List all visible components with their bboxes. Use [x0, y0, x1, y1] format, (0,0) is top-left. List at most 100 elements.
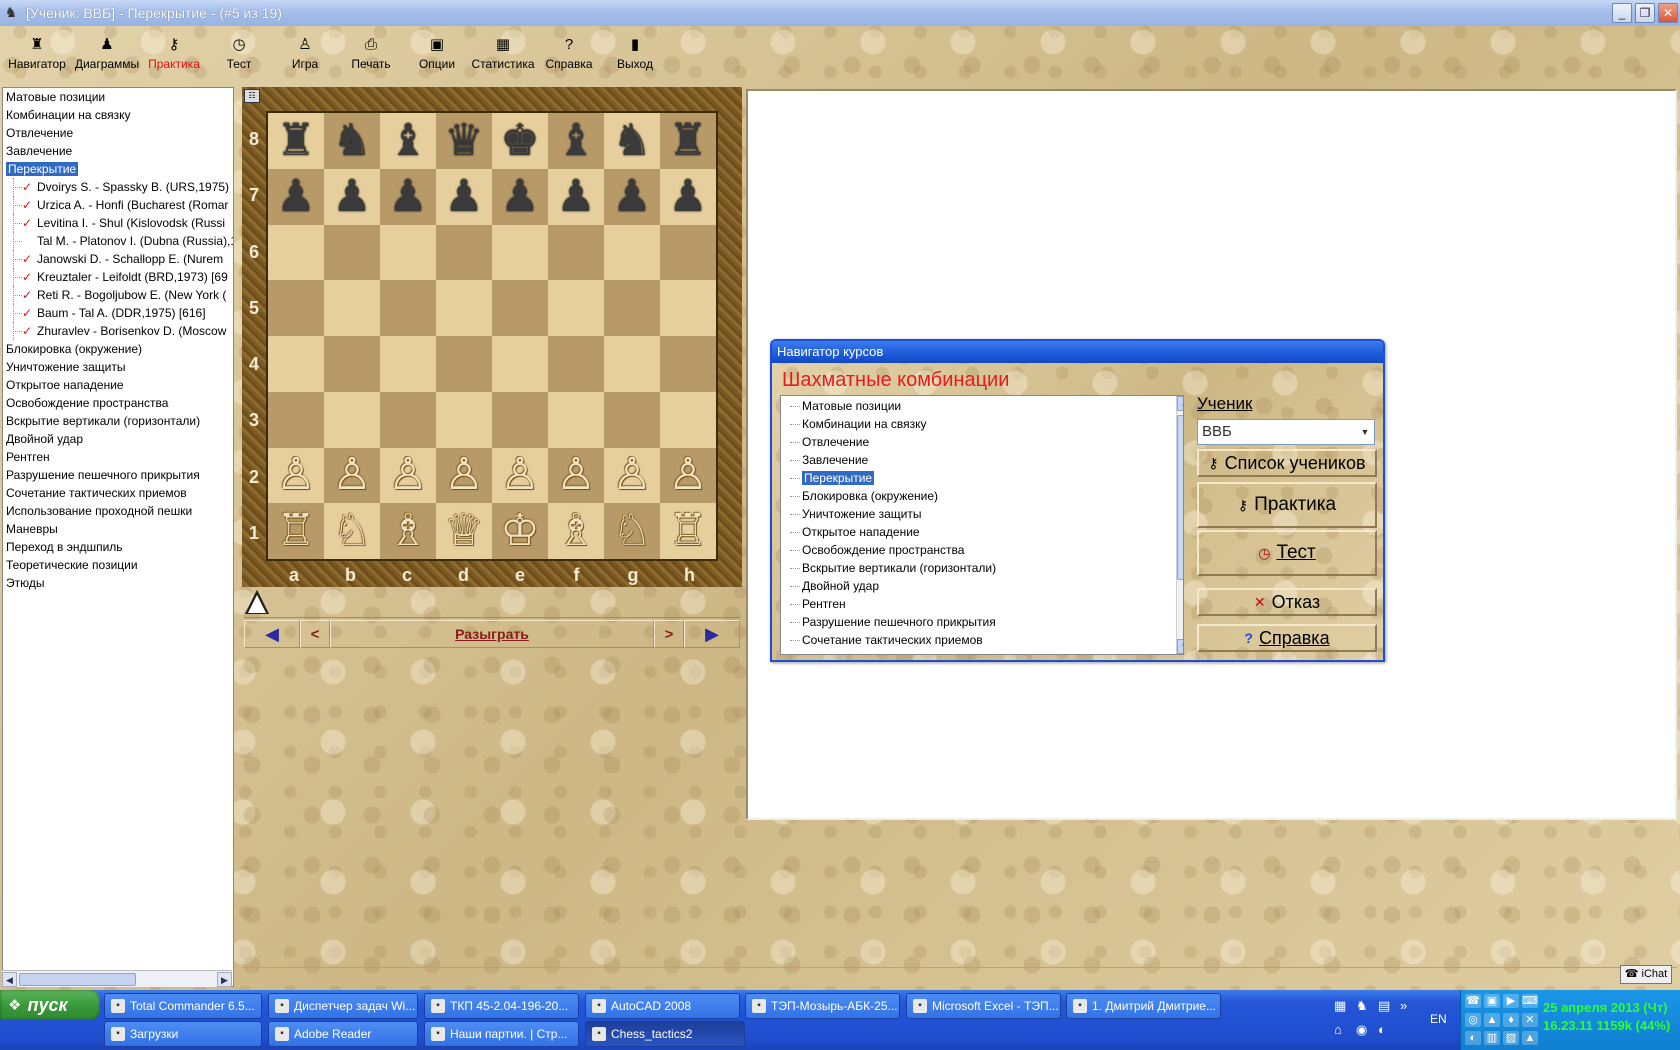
course-topic-item[interactable]: Открытое нападение	[781, 523, 1183, 541]
board-square-a8[interactable]: ♜	[268, 113, 324, 169]
chess-piece[interactable]: ♞	[612, 118, 651, 163]
board-square-c4[interactable]	[380, 336, 436, 392]
board-square-f6[interactable]	[548, 224, 604, 281]
tray-icon[interactable]: ▲	[1522, 1031, 1538, 1046]
chess-piece[interactable]: ♛	[444, 118, 483, 163]
tree-topic[interactable]: Этюды	[3, 574, 233, 592]
test-button[interactable]: ◷ Тест	[1197, 530, 1377, 576]
board-square-b2[interactable]: ♙	[324, 447, 380, 504]
board-square-c2[interactable]: ♙	[380, 447, 436, 504]
toolbar-button-1[interactable]: ♟ Диаграммы	[70, 26, 144, 84]
course-topic-item[interactable]: Матовые позиции	[781, 397, 1183, 415]
tree-topic[interactable]: Уничтожение защиты	[3, 358, 233, 376]
tray-icon[interactable]: ✕	[1522, 1012, 1538, 1027]
restore-button[interactable]: ❐	[1635, 3, 1655, 23]
tree-topic[interactable]: Открытое нападение	[3, 376, 233, 394]
chess-piece[interactable]: ♔	[500, 509, 539, 553]
previous-move-button[interactable]: <	[300, 620, 330, 648]
board-square-a7[interactable]: ♟	[268, 168, 324, 225]
board-square-c8[interactable]: ♝	[380, 113, 436, 169]
chess-piece[interactable]: ♗	[388, 509, 427, 553]
board-square-d7[interactable]: ♟	[436, 168, 492, 225]
student-list-button[interactable]: ⚷ Список учеников	[1197, 449, 1377, 477]
board-square-c3[interactable]	[380, 391, 436, 448]
tree-topic[interactable]: Маневры	[3, 520, 233, 538]
tree-topic[interactable]: Использование проходной пешки	[3, 502, 233, 520]
board-square-f3[interactable]	[548, 391, 604, 448]
board-square-d1[interactable]: ♕	[436, 503, 492, 559]
toolbar-button-3[interactable]: ◷ Тест	[204, 26, 274, 84]
course-topic-item[interactable]: Освобождение пространства	[781, 541, 1183, 559]
board-square-h6[interactable]	[660, 224, 716, 281]
toolbar-button-0[interactable]: ♜ Навигатор	[4, 26, 70, 84]
quick-launch-icon[interactable]: ◐	[1378, 1022, 1386, 1037]
topic-list-scrollbar[interactable]: ▲ ▼	[1176, 396, 1183, 654]
chess-board[interactable]: ♜ ♞ ♝ ♛ ♚ ♝ ♞ ♜ ♟ ♟ ♟ ♟ ♟ ♟ ♟ ♟ ♙ ♙ ♙ ♙ ♙ ♙ ♙ ♙ ♖ ♘ ♗ ♕ ♔ ♗ ♘ ♖	[266, 111, 718, 561]
chess-piece[interactable]: ♝	[388, 118, 427, 163]
chess-piece[interactable]: ♟	[388, 174, 427, 219]
course-topic-item[interactable]: Перекрытие	[781, 469, 1183, 487]
tree-topic[interactable]: Завлечение	[3, 142, 233, 160]
tree-game-item[interactable]: ✓ Reti R. - Bogoljubow E. (New York (	[3, 286, 233, 304]
chess-piece[interactable]: ♙	[668, 453, 707, 497]
quick-launch-icon[interactable]: »	[1400, 998, 1407, 1013]
toolbar-button-4[interactable]: ♙ Игра	[274, 26, 336, 84]
tree-topic-selected[interactable]: Перекрытие	[3, 160, 233, 178]
board-square-g6[interactable]	[604, 224, 660, 281]
board-square-g2[interactable]: ♙	[604, 447, 660, 504]
tree-game-item[interactable]: Tal M. - Platonov I. (Dubna (Russia),19	[3, 232, 233, 250]
board-square-b3[interactable]	[324, 391, 380, 448]
ichat-button[interactable]: ☎ iChat	[1620, 965, 1672, 984]
board-settings-icon[interactable]: ☷	[244, 89, 260, 103]
scroll-left-icon[interactable]: ◀	[2, 971, 17, 987]
course-topic-item[interactable]: Уничтожение защиты	[781, 505, 1183, 523]
next-move-button[interactable]: >	[654, 620, 684, 648]
start-button[interactable]: ❖ пуск	[0, 990, 100, 1020]
app-icon[interactable]: ♞	[2, 4, 20, 22]
taskbar-app-button[interactable]: ▪ Chess_tactics2	[585, 1021, 745, 1047]
chess-piece[interactable]: ♙	[388, 453, 427, 497]
student-select[interactable]: ВВБ ▼	[1197, 419, 1375, 445]
chess-piece[interactable]: ♘	[612, 509, 651, 553]
toolbar-button-5[interactable]: ⎙ Печать	[336, 26, 406, 84]
board-square-b6[interactable]	[324, 224, 380, 281]
board-square-f4[interactable]	[548, 336, 604, 392]
quick-launch-icon[interactable]: ♞	[1356, 998, 1368, 1014]
course-topic-item[interactable]: Комбинации на связку	[781, 415, 1183, 433]
scroll-down-icon[interactable]: ▼	[1177, 639, 1183, 654]
board-square-h3[interactable]	[660, 391, 716, 448]
chess-piece[interactable]: ♙	[612, 453, 651, 497]
course-topic-item[interactable]: Завлечение	[781, 451, 1183, 469]
chess-piece[interactable]: ♟	[668, 174, 707, 219]
taskbar-app-button[interactable]: ▪ Total Commander 6.5...	[104, 993, 262, 1019]
taskbar-app-button[interactable]: ▪ Загрузки	[104, 1021, 262, 1047]
chess-piece[interactable]: ♙	[500, 453, 539, 497]
tree-topic[interactable]: Комбинации на связку	[3, 106, 233, 124]
board-square-g5[interactable]	[604, 280, 660, 336]
chess-piece[interactable]: ♗	[556, 509, 595, 553]
chess-piece[interactable]: ♚	[500, 118, 539, 163]
course-topic-item[interactable]: Рентген	[781, 595, 1183, 613]
minimize-button[interactable]: _	[1612, 3, 1632, 23]
board-square-d3[interactable]	[436, 391, 492, 448]
board-square-f2[interactable]: ♙	[548, 447, 604, 504]
course-topic-item[interactable]: Сочетание тактических приемов	[781, 631, 1183, 649]
taskbar-app-button[interactable]: ▪ Microsoft Excel - ТЭП...	[906, 993, 1061, 1019]
scroll-thumb[interactable]	[19, 972, 136, 986]
board-square-e2[interactable]: ♙	[492, 447, 548, 504]
board-square-d4[interactable]	[436, 336, 492, 392]
board-square-d2[interactable]: ♙	[436, 447, 492, 504]
chess-piece[interactable]: ♜	[668, 118, 707, 163]
chess-piece[interactable]: ♟	[556, 174, 595, 219]
quick-launch-icon[interactable]: ⌂	[1334, 1022, 1342, 1037]
chess-piece[interactable]: ♖	[276, 509, 315, 553]
chevron-down-icon[interactable]: ▼	[1357, 421, 1373, 443]
board-square-d5[interactable]	[436, 280, 492, 336]
tree-game-item[interactable]: ✓ Janowski D. - Schallopp E. (Nurem	[3, 250, 233, 268]
tray-icon[interactable]: ▧	[1503, 1031, 1519, 1046]
taskbar-app-button[interactable]: ▪ 1. Дмитрий Дмитрие...	[1066, 993, 1221, 1019]
tray-icon[interactable]: ▥	[1484, 1031, 1500, 1046]
board-square-e4[interactable]	[492, 336, 548, 392]
board-square-h2[interactable]: ♙	[660, 447, 716, 504]
board-square-g8[interactable]: ♞	[604, 113, 660, 169]
